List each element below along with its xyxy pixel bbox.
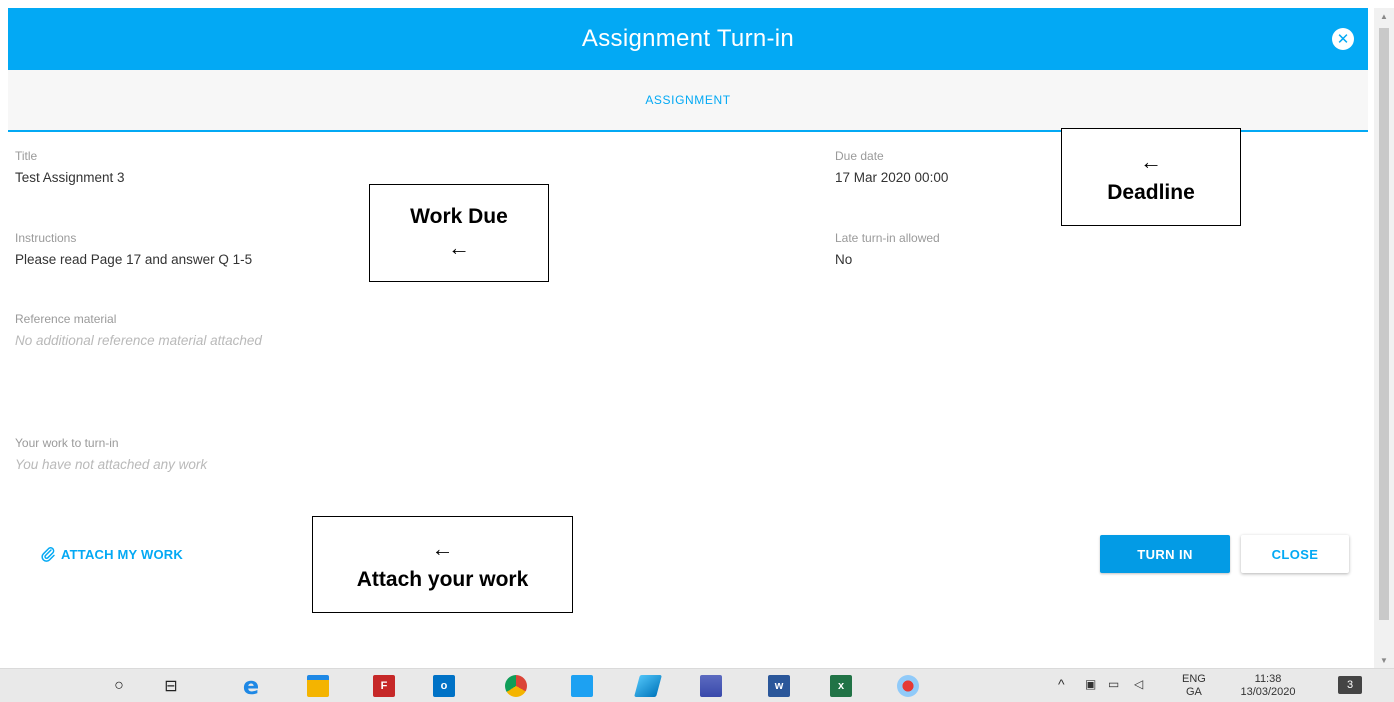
your-work-value: You have not attached any work: [15, 457, 208, 472]
volume-icon[interactable]: ◁: [1134, 678, 1143, 691]
late-turnin-value: No: [835, 252, 853, 267]
due-date-label: Due date: [835, 149, 884, 163]
word-icon[interactable]: w: [768, 675, 790, 697]
annotation-deadline: ← Deadline: [1061, 128, 1241, 226]
dialog-title: Assignment Turn-in: [581, 25, 795, 52]
notification-center-icon[interactable]: 3: [1338, 676, 1362, 694]
attach-my-work-button[interactable]: ATTACH MY WORK: [40, 546, 183, 562]
twitter-icon[interactable]: [571, 675, 593, 697]
late-turnin-field: Late turn-in allowed No: [835, 231, 940, 267]
tray-display-icon[interactable]: ▭: [1108, 678, 1119, 691]
notes-icon[interactable]: [634, 675, 662, 697]
snipping-tool-icon[interactable]: [897, 675, 919, 697]
chrome-icon[interactable]: [505, 675, 527, 697]
reference-label: Reference material: [15, 312, 117, 326]
your-work-field: Your work to turn-in You have not attach…: [15, 436, 207, 472]
due-date-field: Due date 17 Mar 2020 00:00: [835, 149, 948, 185]
filezilla-icon[interactable]: F: [373, 675, 395, 697]
language-indicator[interactable]: ENG GA: [1182, 673, 1206, 699]
close-circle-icon[interactable]: ✕: [1332, 28, 1354, 50]
turn-in-button[interactable]: TURN IN: [1100, 535, 1230, 573]
tab-bar: ASSIGNMENT: [8, 70, 1368, 132]
your-work-label: Your work to turn-in: [15, 436, 119, 450]
system-clock[interactable]: 11:38 13/03/2020: [1236, 673, 1300, 699]
tab-assignment[interactable]: ASSIGNMENT: [645, 93, 730, 107]
title-value: Test Assignment 3: [15, 170, 125, 185]
scroll-up-icon[interactable]: ▲: [1374, 8, 1394, 24]
scroll-down-icon[interactable]: ▼: [1374, 652, 1394, 668]
task-view-icon[interactable]: ⊟: [160, 675, 182, 697]
arrow-left-icon: ←: [448, 235, 470, 261]
annotation-work-due-text: Work Due: [410, 204, 508, 228]
instructions-label: Instructions: [15, 231, 77, 245]
instructions-value: Please read Page 17 and answer Q 1-5: [15, 252, 253, 267]
clock-date: 13/03/2020: [1240, 686, 1296, 698]
attach-my-work-label: ATTACH MY WORK: [61, 546, 183, 562]
taskbar: ○ ⊟ e F o w x ^ ▣ ▭ ◁ ENG GA 11:38 13/03…: [0, 668, 1394, 702]
edge-icon[interactable]: e: [240, 672, 262, 700]
due-date-value: 17 Mar 2020 00:00: [835, 170, 949, 185]
dialog-header: Assignment Turn-in ✕: [8, 8, 1368, 70]
language-code: ENG: [1182, 673, 1206, 685]
title-field: Title Test Assignment 3: [15, 149, 125, 185]
language-sub: GA: [1185, 686, 1202, 698]
window-top-strip: [0, 0, 1394, 8]
instructions-field: Instructions Please read Page 17 and ans…: [15, 231, 252, 267]
arrow-left-icon: ←: [431, 536, 454, 562]
title-label: Title: [15, 149, 38, 163]
arrow-left-icon: ←: [1140, 148, 1162, 174]
assignment-turnin-dialog: Assignment Turn-in ✕ ASSIGNMENT Title Te…: [8, 8, 1368, 668]
annotation-work-due: Work Due ←: [369, 184, 549, 282]
outlook-icon[interactable]: o: [433, 675, 455, 697]
tray-chevron-up-icon[interactable]: ^: [1058, 677, 1065, 691]
annotation-attach: ← Attach your work: [312, 516, 573, 613]
reference-field: Reference material No additional referen…: [15, 312, 262, 348]
paperclip-icon: [41, 547, 55, 562]
close-button[interactable]: CLOSE: [1241, 535, 1349, 573]
annotation-deadline-text: Deadline: [1107, 180, 1195, 204]
tray-network-icon[interactable]: ▣: [1085, 678, 1096, 691]
late-turnin-label: Late turn-in allowed: [835, 231, 940, 245]
scrollbar-thumb[interactable]: [1379, 28, 1389, 620]
clock-time: 11:38: [1254, 673, 1282, 685]
file-explorer-icon[interactable]: [307, 675, 329, 697]
excel-icon[interactable]: x: [830, 675, 852, 697]
annotation-attach-text: Attach your work: [356, 568, 529, 592]
search-circle-icon[interactable]: ○: [108, 675, 130, 697]
vertical-scrollbar[interactable]: ▲ ▼: [1374, 8, 1394, 668]
remote-desktop-icon[interactable]: [700, 675, 722, 697]
reference-value: No additional reference material attache…: [15, 333, 262, 348]
